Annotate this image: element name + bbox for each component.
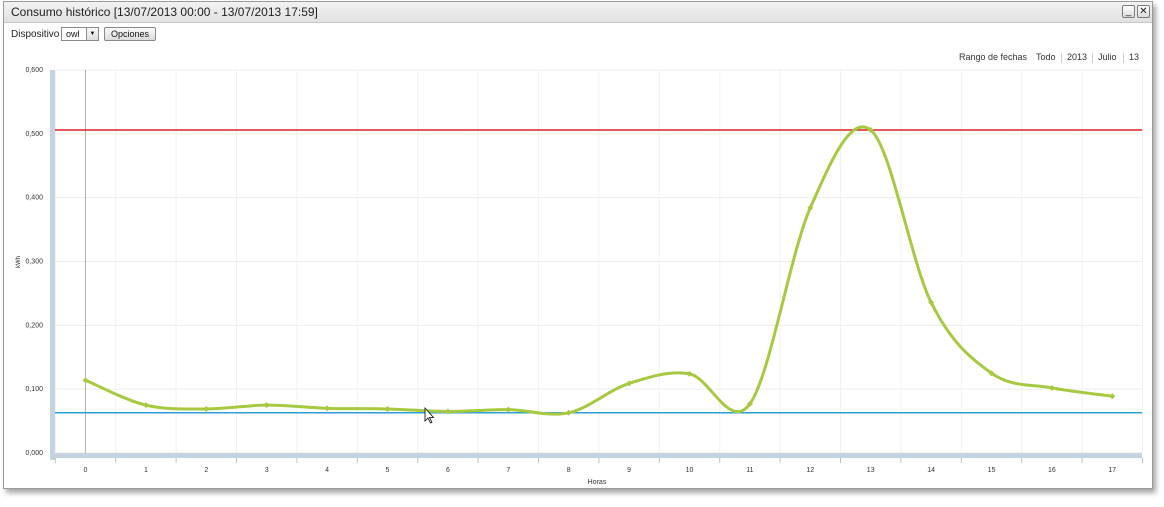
x-tick-label: 1	[144, 467, 148, 474]
x-tick-label: 17	[1108, 467, 1116, 474]
x-tick-label: 14	[927, 467, 935, 474]
y-tick-label: 0,600	[25, 67, 43, 74]
y-tick-label: 0,100	[25, 386, 43, 393]
x-tick-label: 9	[627, 467, 631, 474]
data-point[interactable]	[505, 406, 512, 413]
x-tick-label: 16	[1048, 467, 1056, 474]
x-tick-label: 2	[204, 467, 208, 474]
y-axis-label: kWh	[16, 256, 22, 268]
y-tick-label: 0,200	[25, 322, 43, 329]
x-axis-label: Horas	[588, 479, 607, 486]
x-tick-label: 15	[988, 467, 996, 474]
x-tick-label: 10	[686, 467, 694, 474]
y-tick-label: 0,000	[25, 450, 43, 457]
y-tick-label: 0,500	[25, 131, 43, 138]
x-tick-label: 11	[746, 467, 753, 474]
x-tick-label: 13	[867, 467, 875, 474]
x-tick-label: 7	[506, 467, 510, 474]
x-axis-scrollbar[interactable]	[50, 453, 1142, 458]
y-tick-label: 0,400	[25, 195, 43, 202]
data-point[interactable]	[384, 405, 391, 412]
consumption-chart: 0,0000,1000,2000,3000,4000,5000,6000 1 2 3 4…	[16, 67, 1143, 486]
data-point[interactable]	[263, 402, 270, 409]
y-tick-label: 0,300	[25, 259, 43, 266]
x-tick-label: 5	[386, 467, 390, 474]
y-axis-scrollbar[interactable]	[50, 70, 55, 460]
data-point[interactable]	[565, 409, 572, 416]
x-tick-label: 8	[567, 467, 571, 474]
data-point[interactable]	[1048, 384, 1055, 391]
data-point[interactable]	[203, 405, 210, 412]
x-tick-label: 4	[325, 467, 329, 474]
data-point[interactable]	[444, 408, 451, 415]
x-tick-label: 3	[265, 467, 269, 474]
x-tick-label: 6	[446, 467, 450, 474]
data-point[interactable]	[142, 402, 149, 409]
x-tick-label: 12	[806, 467, 814, 474]
data-point[interactable]	[1109, 393, 1116, 400]
data-point[interactable]	[324, 405, 331, 412]
x-tick-label: 0	[84, 467, 88, 474]
